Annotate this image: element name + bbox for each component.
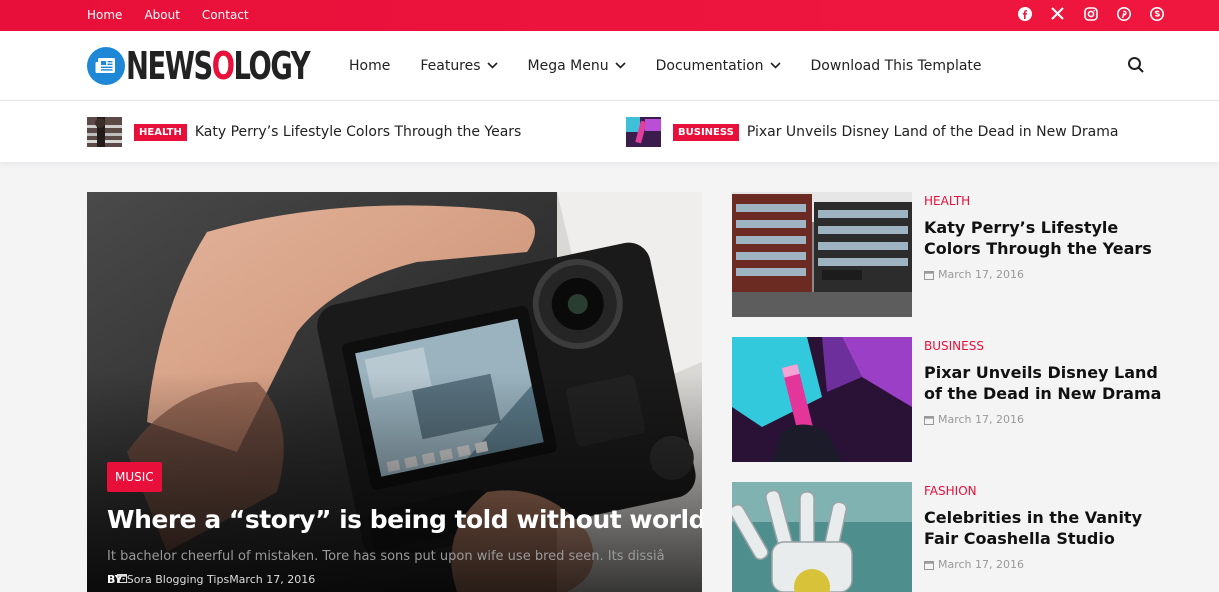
ticker-title[interactable]: Katy Perry’s Lifestyle Colors Through th… xyxy=(195,124,521,140)
side-post-category[interactable]: HEALTH xyxy=(924,194,970,208)
side-post[interactable]: BUSINESS Pixar Unveils Disney Land of th… xyxy=(732,337,1182,462)
side-post-date-text: March 17, 2016 xyxy=(938,413,1025,426)
side-post-date: March 17, 2016 xyxy=(924,268,1024,281)
side-post[interactable]: FASHION Celebrities in the Vanity Fair C… xyxy=(732,482,1182,592)
ticker-thumbnail xyxy=(626,117,661,147)
hero-post[interactable]: MUSIC Where a “story” is being told with… xyxy=(87,192,702,592)
hero-meta: BY Sora Blogging Tips March 17, 2016 xyxy=(107,573,315,586)
main-nav: Home Features Mega Menu Documentation Do… xyxy=(349,31,1012,100)
nav-mega-menu-label: Mega Menu xyxy=(527,57,609,74)
calendar-icon xyxy=(924,560,934,570)
side-post-title[interactable]: Katy Perry’s Lifestyle Colors Through th… xyxy=(924,217,1174,259)
pinterest-icon[interactable] xyxy=(1116,6,1131,21)
featured-ticker: HEALTH Katy Perry’s Lifestyle Colors Thr… xyxy=(0,101,1219,162)
side-post-category[interactable]: BUSINESS xyxy=(924,339,984,353)
top-link-home[interactable]: Home xyxy=(87,8,122,22)
facebook-icon[interactable] xyxy=(1017,6,1032,21)
logo-text-o: O xyxy=(211,44,235,88)
top-link-contact[interactable]: Contact xyxy=(202,8,249,22)
social-links xyxy=(1017,6,1164,21)
logo-text-part-2: LOGY xyxy=(233,44,311,88)
side-post-title[interactable]: Celebrities in the Vanity Fair Coashella… xyxy=(924,507,1174,549)
side-post-date-text: March 17, 2016 xyxy=(938,558,1025,571)
side-post-thumbnail[interactable] xyxy=(732,192,912,317)
logo-wordmark: NEWSOLOGY xyxy=(126,44,311,88)
top-links: Home About Contact xyxy=(87,0,249,29)
hero-title[interactable]: Where a “story” is being told without wo… xyxy=(107,505,702,534)
ticker-item[interactable]: HEALTH Katy Perry’s Lifestyle Colors Thr… xyxy=(87,117,521,147)
x-icon[interactable] xyxy=(1050,6,1065,21)
hero-date: March 17, 2016 xyxy=(229,573,316,586)
side-post-date: March 17, 2016 xyxy=(924,413,1024,426)
ticker-category-badge[interactable]: HEALTH xyxy=(134,123,187,141)
side-post-thumbnail[interactable] xyxy=(732,337,912,462)
hero-category-badge[interactable]: MUSIC xyxy=(107,462,162,492)
calendar-icon xyxy=(924,415,934,425)
nav-features[interactable]: Features xyxy=(420,57,498,74)
side-post-date-text: March 17, 2016 xyxy=(938,268,1025,281)
chevron-down-icon xyxy=(769,62,781,69)
nav-features-label: Features xyxy=(420,57,481,74)
ticker-title[interactable]: Pixar Unveils Disney Land of the Dead in… xyxy=(747,124,1119,140)
site-logo[interactable]: NEWSOLOGY xyxy=(87,44,380,88)
nav-download-template[interactable]: Download This Template xyxy=(811,58,982,74)
hero-author[interactable]: Sora Blogging Tips xyxy=(127,573,229,586)
top-link-about[interactable]: About xyxy=(144,8,179,22)
nav-mega-menu[interactable]: Mega Menu xyxy=(528,58,626,74)
nav-download-label: Download This Template xyxy=(810,57,982,74)
nav-documentation[interactable]: Documentation xyxy=(656,58,781,74)
side-post[interactable]: HEALTH Katy Perry’s Lifestyle Colors Thr… xyxy=(732,192,1182,317)
nav-documentation-label: Documentation xyxy=(655,57,764,74)
top-bar: Home About Contact xyxy=(0,0,1219,31)
nav-home[interactable]: Home xyxy=(349,58,390,74)
nav-home-label: Home xyxy=(349,57,391,74)
side-post-date: March 17, 2016 xyxy=(924,558,1024,571)
side-post-thumbnail[interactable] xyxy=(732,482,912,592)
skype-icon[interactable] xyxy=(1149,6,1164,21)
side-post-title[interactable]: Pixar Unveils Disney Land of the Dead in… xyxy=(924,362,1174,404)
ticker-thumbnail xyxy=(87,117,122,147)
chevron-down-icon xyxy=(615,62,626,69)
ticker-category-badge[interactable]: BUSINESS xyxy=(673,123,739,141)
chevron-down-icon xyxy=(486,62,498,69)
logo-text-part-1: NEWS xyxy=(126,44,213,88)
side-post-category[interactable]: FASHION xyxy=(924,484,977,498)
search-icon[interactable] xyxy=(1127,56,1145,79)
hero-excerpt: It bachelor cheerful of mistaken. Tore h… xyxy=(107,549,665,564)
instagram-icon[interactable] xyxy=(1083,6,1098,21)
calendar-icon xyxy=(117,574,127,583)
ticker-item[interactable]: BUSINESS Pixar Unveils Disney Land of th… xyxy=(626,117,1118,147)
newspaper-icon xyxy=(87,47,125,85)
site-header: NEWSOLOGY Home Features Mega Menu Docume… xyxy=(0,31,1219,101)
calendar-icon xyxy=(924,270,934,280)
